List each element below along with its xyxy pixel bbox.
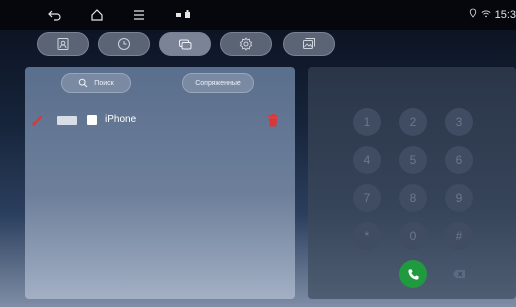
phone-icon: [407, 268, 419, 280]
dial-pad: 1 2 3 4 5 6 7 8 9 * 0 #: [308, 67, 516, 299]
menu-icon[interactable]: [130, 7, 148, 23]
clock: 15:3: [494, 8, 516, 21]
search-icon: [79, 78, 88, 88]
backspace-icon[interactable]: [452, 269, 466, 279]
home-icon[interactable]: [88, 7, 106, 23]
notification-icons: [174, 7, 200, 23]
dial-key[interactable]: 9: [445, 184, 473, 212]
device-panel: Поиск Сопряженные iPhone: [25, 67, 295, 299]
tab-messages[interactable]: [159, 32, 211, 56]
dial-key[interactable]: 2: [399, 108, 427, 136]
device-name: iPhone: [105, 114, 137, 125]
paired-label: Сопряженные: [195, 79, 241, 87]
device-icon: [57, 116, 77, 125]
dial-key[interactable]: 3: [445, 108, 473, 136]
dial-key[interactable]: *: [353, 222, 381, 250]
dial-key[interactable]: #: [445, 222, 473, 250]
list-item[interactable]: iPhone: [25, 113, 295, 129]
contacts-icon: [57, 38, 69, 50]
settings-icon: [239, 37, 253, 51]
wifi-icon: [481, 9, 491, 21]
tab-strip: [0, 32, 516, 58]
tab-gallery[interactable]: [283, 32, 335, 56]
device-checkbox[interactable]: [87, 115, 97, 125]
tab-contacts[interactable]: [37, 32, 89, 56]
dial-key[interactable]: 0: [399, 222, 427, 250]
search-button[interactable]: Поиск: [61, 73, 131, 93]
dial-key[interactable]: 1: [353, 108, 381, 136]
gallery-icon: [303, 38, 315, 49]
recent-calls-icon: [118, 38, 130, 50]
location-icon: [469, 8, 477, 21]
tab-recent-calls[interactable]: [98, 32, 150, 56]
status-right: 15:3: [469, 8, 516, 21]
back-icon[interactable]: [46, 7, 64, 23]
tab-settings[interactable]: [220, 32, 272, 56]
messages-icon: [179, 39, 192, 50]
status-bar: 15:3: [0, 0, 516, 30]
delete-icon[interactable]: [267, 114, 279, 127]
dial-key[interactable]: 5: [399, 146, 427, 174]
dial-key[interactable]: 8: [399, 184, 427, 212]
disconnect-icon[interactable]: [31, 115, 43, 127]
paired-devices-button[interactable]: Сопряженные: [182, 73, 254, 93]
dial-key[interactable]: 6: [445, 146, 473, 174]
dial-key[interactable]: 4: [353, 146, 381, 174]
call-button[interactable]: [399, 260, 427, 288]
dial-key[interactable]: 7: [353, 184, 381, 212]
search-label: Поиск: [94, 79, 114, 87]
